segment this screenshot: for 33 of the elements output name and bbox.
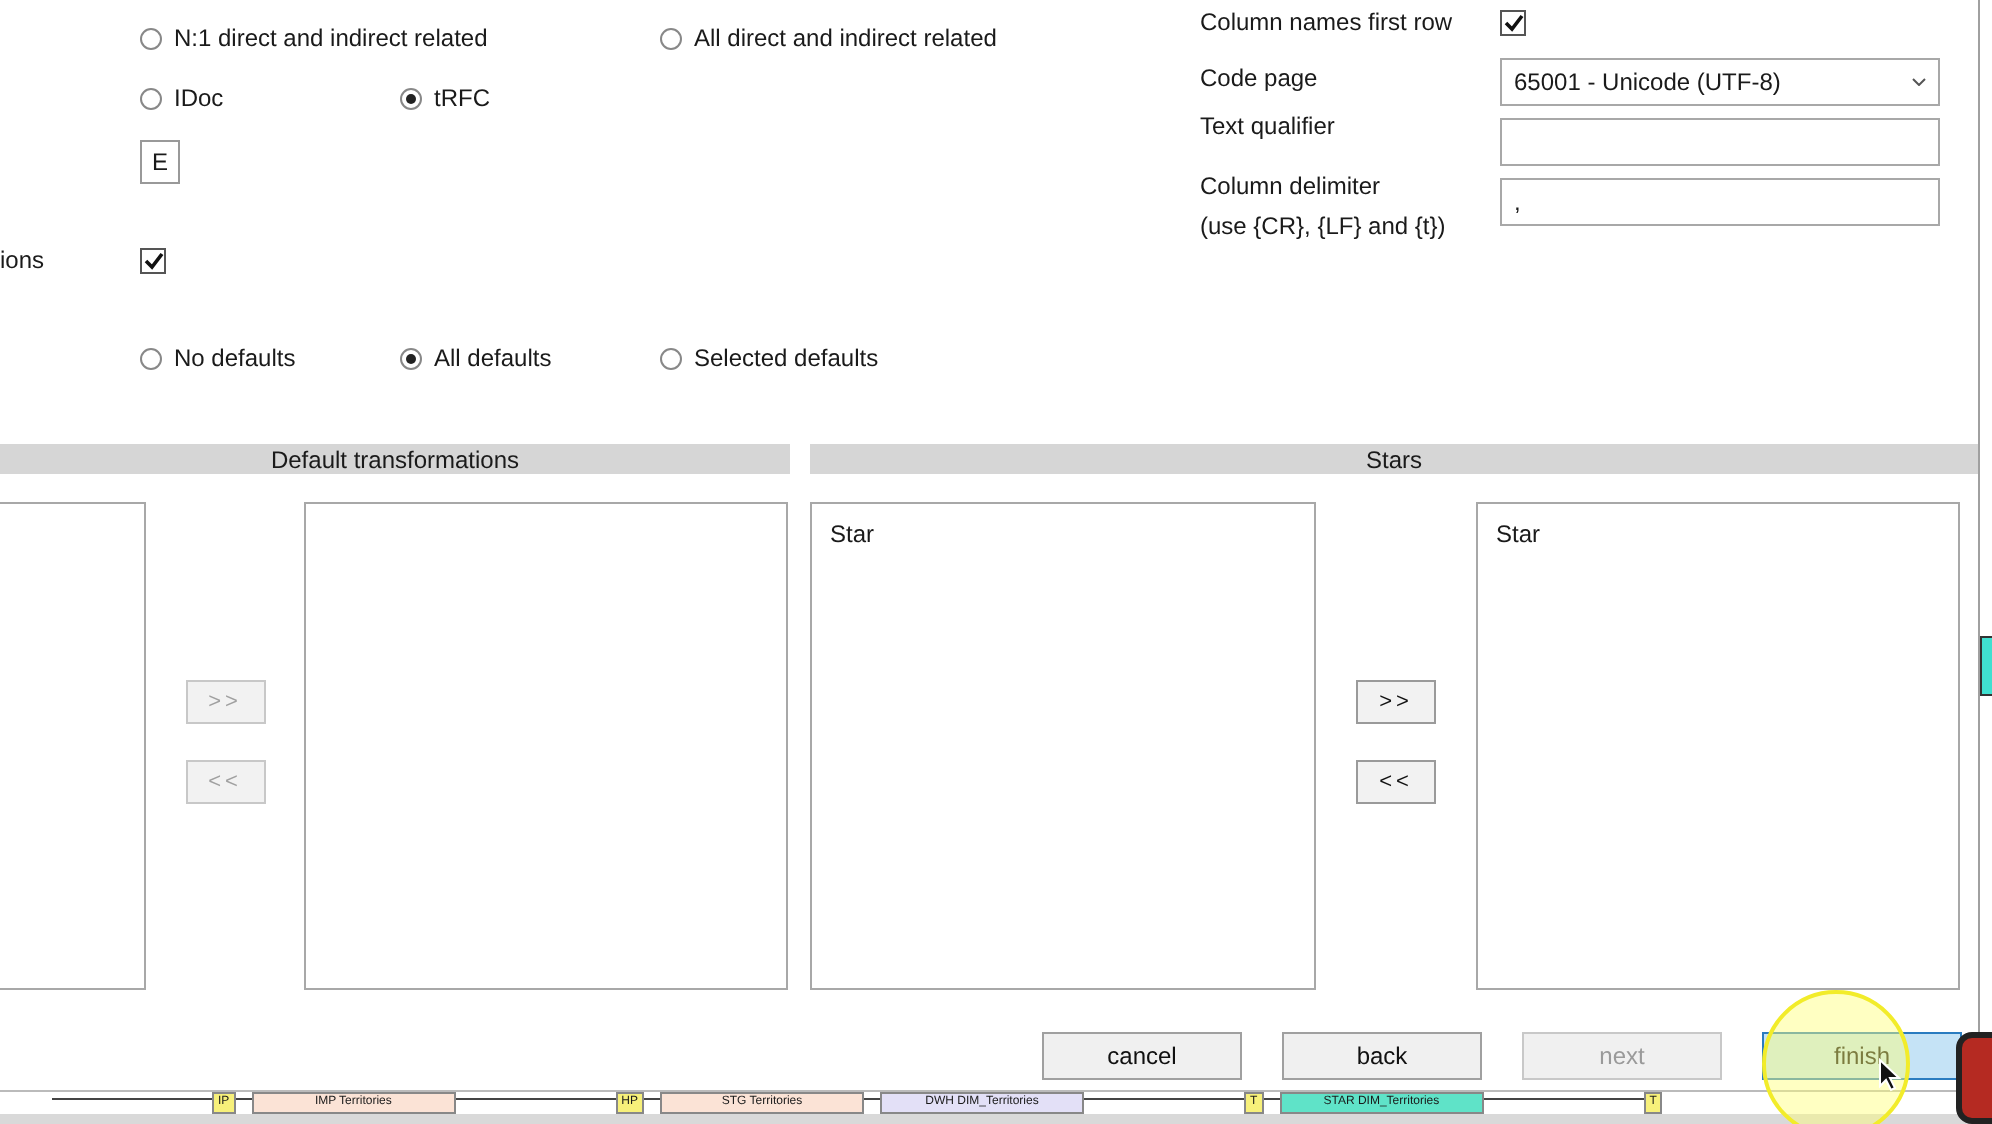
chevron-down-icon [1912,78,1926,86]
dialog-button[interactable]: finish [1762,1032,1962,1080]
field-hint: (use {CR}, {LF} and {t}) [1200,210,1448,244]
radio-option[interactable]: Selected defaults [660,344,879,372]
checkbox[interactable] [140,247,166,273]
radio-option[interactable]: N:1 direct and indirect related [140,24,488,52]
dialog-button[interactable]: back [1282,1032,1482,1080]
list-box[interactable]: Star [810,502,1316,990]
dialog-button[interactable]: cancel [1042,1032,1242,1080]
code-page-dropdown[interactable]: 65001 - Unicode (UTF-8) [1500,58,1940,106]
column-delimiter-field[interactable]: , [1500,178,1940,226]
move-right-button[interactable]: >> [1356,680,1436,724]
field-label: Column delimiter [1200,170,1383,204]
radio-option[interactable]: IDoc [140,84,224,112]
list-item[interactable]: Star [1496,520,1940,548]
radio-option[interactable]: All direct and indirect related [660,24,997,52]
radio-option[interactable]: All defaults [400,344,552,372]
text-qualifier-field[interactable] [1500,118,1940,166]
diagram-node [1980,636,1992,696]
list-box[interactable] [0,502,146,990]
list-item[interactable]: Star [830,520,1296,548]
option-label: ions [0,246,47,274]
radio-option[interactable]: tRFC [400,84,490,112]
field-label: Column names first row [1200,6,1455,40]
list-box[interactable]: Star [1476,502,1960,990]
move-left-button[interactable]: << [1356,760,1436,804]
panel-header: Stars [810,444,1978,474]
field-label: Text qualifier [1200,110,1337,144]
code-field[interactable]: E [140,140,180,184]
panel-header: Default transformations [0,444,790,474]
checkbox[interactable] [1500,9,1526,35]
field-label: Code page [1200,62,1320,96]
radio-option[interactable]: No defaults [140,344,296,372]
